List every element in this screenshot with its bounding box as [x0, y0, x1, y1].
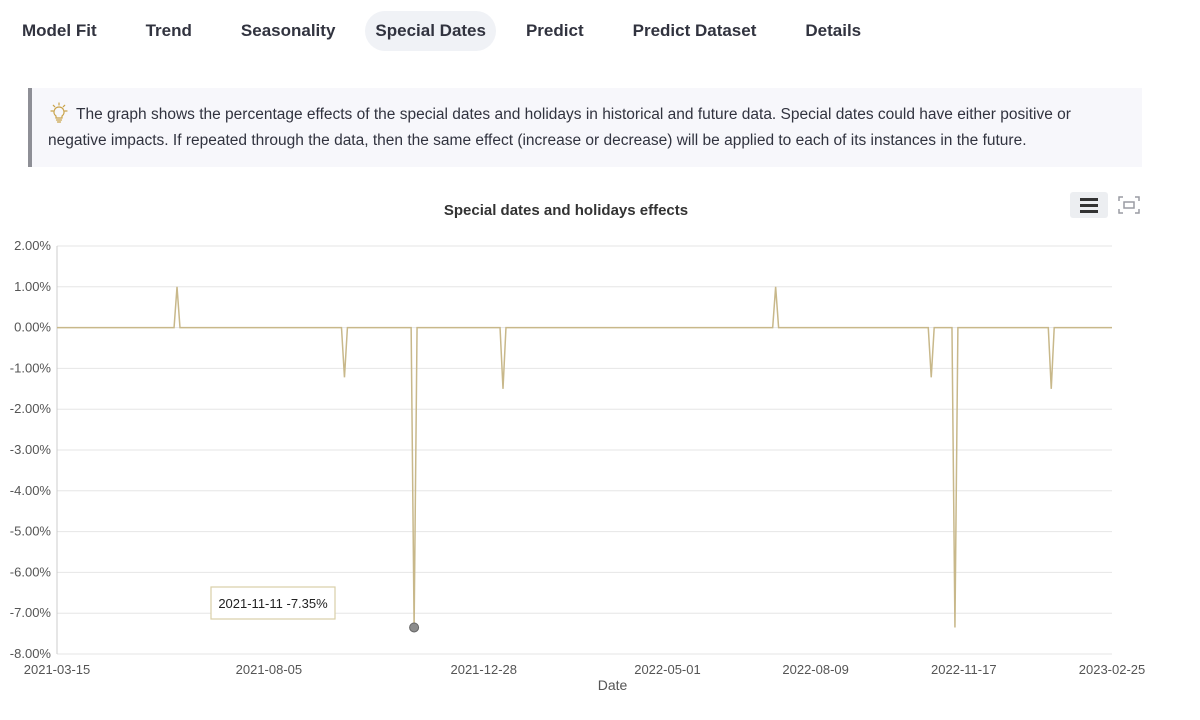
- x-tick-label: 2021-03-15: [24, 662, 91, 677]
- tab-predict[interactable]: Predict: [516, 11, 594, 51]
- hamburger-menu-icon[interactable]: [1070, 192, 1108, 218]
- y-tick-label: -3.00%: [10, 442, 52, 457]
- x-axis-title: Date: [598, 677, 628, 693]
- y-tick-label: -2.00%: [10, 401, 52, 416]
- x-tick-label: 2022-08-09: [782, 662, 849, 677]
- special-dates-chart: 2.00% 1.00% 0.00% -1.00% -2.00% -3.00% -4.00% -…: [10, 238, 1146, 693]
- tooltip-text: 2021-11-11 -7.35%: [218, 596, 328, 611]
- tab-predict-dataset[interactable]: Predict Dataset: [623, 11, 767, 51]
- tab-trend[interactable]: Trend: [136, 11, 202, 51]
- y-tick-label: -7.00%: [10, 605, 52, 620]
- chart-title: Special dates and holidays effects: [443, 202, 689, 219]
- tab-details[interactable]: Details: [795, 11, 871, 51]
- y-tick-label: -5.00%: [10, 524, 52, 539]
- fullscreen-icon[interactable]: [1116, 193, 1142, 217]
- y-tick-label: 0.00%: [14, 320, 51, 335]
- series-line: [57, 286, 1112, 628]
- y-tick-label: 1.00%: [14, 279, 51, 294]
- y-tick-label: 2.00%: [14, 238, 51, 253]
- tab-seasonality[interactable]: Seasonality: [231, 11, 346, 51]
- x-tick-label: 2023-02-25: [1079, 662, 1146, 677]
- y-tick-label: -6.00%: [10, 564, 52, 579]
- info-text: The graph shows the percentage effects o…: [48, 106, 1071, 149]
- info-box: The graph shows the percentage effects o…: [28, 88, 1142, 167]
- x-tick-label: 2021-12-28: [450, 662, 517, 677]
- y-tick-label: -4.00%: [10, 483, 52, 498]
- tab-bar: Model Fit Trend Seasonality Special Date…: [0, 8, 871, 54]
- lightbulb-icon: [48, 102, 70, 124]
- x-tick-label: 2022-05-01: [634, 662, 701, 677]
- tab-model-fit[interactable]: Model Fit: [12, 11, 107, 51]
- tooltip-marker: [409, 622, 420, 633]
- tab-special-dates[interactable]: Special Dates: [365, 11, 496, 51]
- x-tick-label: 2022-11-17: [931, 662, 997, 677]
- y-tick-label: -1.00%: [10, 360, 52, 375]
- x-tick-label: 2021-08-05: [236, 662, 303, 677]
- y-tick-label: -8.00%: [10, 646, 52, 661]
